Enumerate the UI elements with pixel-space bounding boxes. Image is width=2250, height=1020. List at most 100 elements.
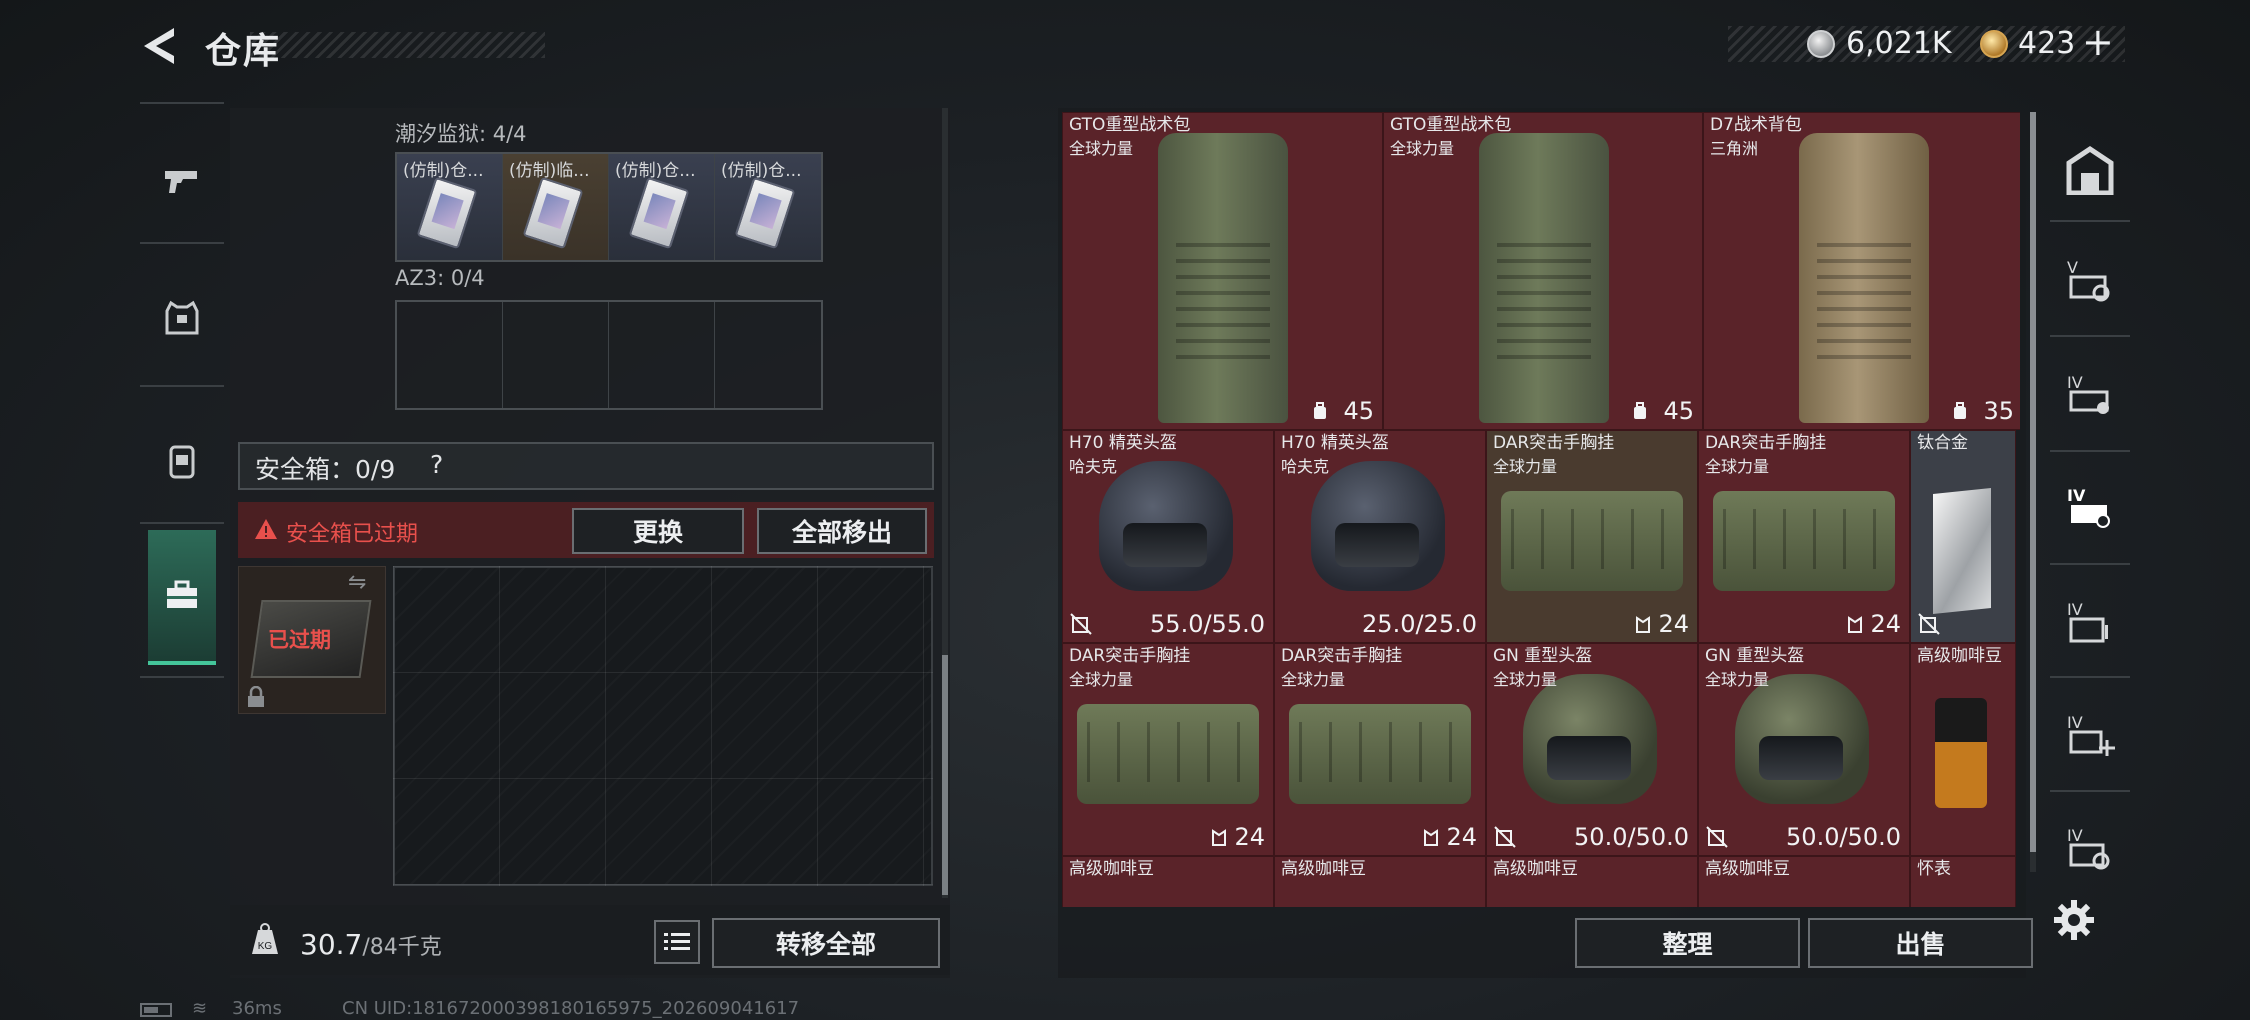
inventory-item[interactable]: H70 精英头盔 哈夫克 55.0/55.0 (1062, 430, 1274, 643)
tab-all-storage[interactable] (2040, 130, 2140, 210)
sidebar-divider (140, 102, 224, 104)
storage-icon (2066, 145, 2114, 195)
inventory-item[interactable]: 怀表 (1910, 856, 2016, 907)
weight-current: 30.7 (300, 928, 363, 961)
item-faction: 全球力量 (1069, 139, 1134, 158)
coffee-beans-image (1935, 698, 1987, 808)
sidebar-divider (140, 385, 224, 387)
slot-item-name: (仿制)仓... (615, 161, 696, 181)
slot-item-name: (仿制)仓... (721, 161, 802, 181)
backpack-image (1158, 133, 1288, 423)
inventory-item[interactable]: 高级咖啡豆 (1062, 856, 1274, 907)
item-name: 高级咖啡豆 (1069, 859, 1154, 879)
item-faction: 哈夫克 (1281, 457, 1330, 476)
az3-label: AZ3: 0/4 (395, 266, 485, 290)
sort-button[interactable]: 整理 (1575, 918, 1800, 968)
item-capacity: 24 (1658, 610, 1689, 638)
no-insure-icon (1918, 613, 1940, 635)
gold-currency-value: 423 (2018, 26, 2076, 61)
card-slot[interactable]: (仿制)仓... (609, 154, 715, 260)
item-capacity: 24 (1446, 823, 1477, 851)
empty-slot[interactable] (715, 302, 821, 408)
item-capacity: 24 (1870, 610, 1901, 638)
inventory-item[interactable]: DAR突击手胸挂 全球力量 24 (1274, 643, 1486, 856)
chest-rig-image (1501, 491, 1683, 591)
capacity-icon (1634, 402, 1646, 419)
tab-armor[interactable] (138, 268, 226, 368)
inventory-item[interactable]: DAR突击手胸挂 全球力量 24 (1486, 430, 1698, 643)
title-decoration (250, 32, 545, 58)
empty-slot[interactable] (503, 302, 609, 408)
card-slot[interactable]: (仿制)仓... (715, 154, 821, 260)
item-faction: 全球力量 (1493, 670, 1558, 689)
helmet-image (1523, 674, 1657, 804)
item-faction: 哈夫克 (1069, 457, 1118, 476)
tab-storage-iv-add[interactable]: IV (2040, 695, 2140, 775)
add-currency-button[interactable]: + (2082, 20, 2114, 64)
helmet-image (1311, 461, 1445, 591)
empty-slot[interactable] (397, 302, 503, 408)
inventory-item[interactable]: DAR突击手胸挂 全球力量 24 (1062, 643, 1274, 856)
item-faction: 全球力量 (1705, 457, 1770, 476)
inventory-item[interactable]: 高级咖啡豆 (1698, 856, 1910, 907)
slot-item-name: (仿制)仓... (403, 161, 484, 181)
inventory-item[interactable]: GN 重型头盔 全球力量 50.0/50.0 (1698, 643, 1910, 856)
empty-slot[interactable] (609, 302, 715, 408)
tab-storage-iv-d[interactable]: IV (2040, 808, 2140, 888)
inventory-item[interactable]: H70 精英头盔 哈夫克 25.0/25.0 (1274, 430, 1486, 643)
inventory-item[interactable]: DAR突击手胸挂 全球力量 24 (1698, 430, 1910, 643)
item-name: DAR突击手胸挂 (1493, 433, 1615, 453)
back-arrow-icon[interactable] (138, 24, 178, 68)
card-slot[interactable]: (仿制)临... (503, 154, 609, 260)
tab-toolbox[interactable] (138, 550, 226, 640)
sidebar-divider (140, 242, 224, 244)
svg-text:IV: IV (2067, 826, 2083, 845)
sidebar-divider (2050, 676, 2130, 678)
settings-gear-icon[interactable] (2052, 898, 2096, 942)
tab-storage-v[interactable]: V (2040, 240, 2140, 320)
svg-text:KG: KG (258, 941, 273, 952)
inventory-item[interactable]: GTO重型战术包 全球力量 45 (1383, 112, 1703, 430)
transfer-all-button[interactable]: 转移全部 (712, 918, 940, 968)
tab-backpack[interactable] (138, 410, 226, 510)
weight-max: /84千克 (362, 935, 442, 960)
storage-expansion-icon: IV (2067, 373, 2109, 414)
item-name: DAR突击手胸挂 (1705, 433, 1827, 453)
backpack-image (1479, 133, 1609, 423)
lock-icon (248, 686, 264, 707)
backpack-image (1799, 133, 1929, 423)
tab-storage-iv-b[interactable]: IV (2040, 468, 2140, 548)
item-name: DAR突击手胸挂 (1281, 646, 1403, 666)
list-view-button[interactable] (654, 920, 700, 964)
left-scrollbar-thumb[interactable] (942, 655, 948, 895)
inventory-item[interactable]: GTO重型战术包 全球力量 45 (1062, 112, 1383, 430)
move-all-out-button[interactable]: 全部移出 (757, 508, 927, 554)
card-slot[interactable]: (仿制)仓... (397, 154, 503, 260)
item-name: GN 重型头盔 (1705, 646, 1805, 666)
inventory-item[interactable]: 钛合金 (1910, 430, 2016, 643)
sell-button[interactable]: 出售 (1808, 918, 2033, 968)
item-name: DAR突击手胸挂 (1069, 646, 1191, 666)
inventory-item[interactable]: 高级咖啡豆 (1486, 856, 1698, 907)
inventory-item[interactable]: GN 重型头盔 全球力量 50.0/50.0 (1486, 643, 1698, 856)
inventory-item[interactable]: D7战术背包 三角洲 35 (1703, 112, 2020, 430)
item-faction: 全球力量 (1390, 139, 1455, 158)
expired-warning-text: 安全箱已过期 (286, 522, 419, 547)
swap-icon[interactable]: ⇋ (348, 570, 366, 595)
item-faction: 全球力量 (1493, 457, 1558, 476)
item-name: D7战术背包 (1710, 115, 1802, 135)
helmet-image (1099, 461, 1233, 591)
sidebar-divider (2050, 220, 2130, 222)
tab-storage-iv-a[interactable]: IV (2040, 355, 2140, 435)
help-button[interactable]: ? (430, 450, 443, 479)
item-durability: 25.0/25.0 (1362, 610, 1477, 638)
item-faction: 全球力量 (1281, 670, 1346, 689)
inventory-scrollbar-thumb[interactable] (2030, 112, 2036, 852)
tab-weapons[interactable] (138, 130, 226, 230)
replace-button[interactable]: 更换 (572, 508, 744, 554)
inventory-item[interactable]: 高级咖啡豆 (1910, 643, 2016, 856)
tab-storage-iv-c[interactable]: IV (2040, 582, 2140, 662)
inventory-item[interactable]: 高级咖啡豆 (1274, 856, 1486, 907)
pistol-icon (165, 171, 197, 193)
add-storage-icon: IV (2067, 713, 2115, 756)
